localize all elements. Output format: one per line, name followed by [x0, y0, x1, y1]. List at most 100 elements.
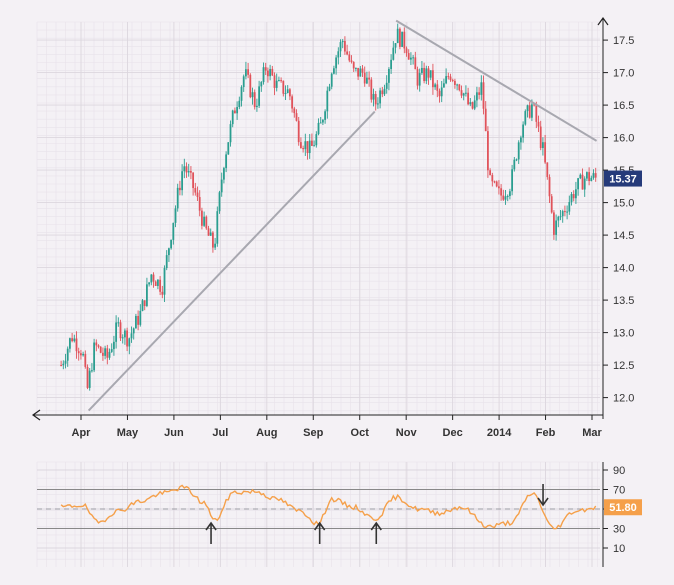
candle-down — [416, 69, 419, 86]
candle-up — [165, 255, 168, 269]
candle-up — [117, 322, 120, 324]
candle-down — [458, 84, 461, 91]
candle-up — [319, 122, 322, 124]
candle-down — [348, 54, 351, 61]
candle-up — [555, 220, 558, 235]
candle-up — [278, 80, 280, 82]
candle-up — [434, 84, 437, 88]
candle-up — [174, 208, 177, 223]
candle-down — [80, 353, 82, 356]
candle-down — [414, 57, 417, 70]
y-tick-label: 13.0 — [613, 328, 634, 340]
candle-up — [170, 239, 173, 249]
candle-down — [546, 162, 549, 178]
candle-down — [97, 345, 100, 347]
candle-up — [462, 93, 465, 96]
candle-up — [172, 222, 175, 240]
candle-down — [350, 60, 353, 62]
candle-down — [297, 120, 300, 143]
candle-up — [383, 88, 386, 95]
candle-up — [262, 67, 265, 83]
candle-up — [231, 110, 234, 125]
chart-root: 12.012.513.013.514.014.515.015.516.016.5… — [0, 0, 674, 585]
candle-down — [491, 175, 494, 182]
candle-up — [577, 178, 580, 190]
candle-up — [412, 57, 415, 59]
x-tick-label: Nov — [396, 427, 418, 439]
candle-down — [280, 80, 283, 82]
candle-up — [333, 68, 335, 74]
candle-down — [247, 69, 250, 75]
candle-up — [258, 86, 261, 106]
candle-down — [185, 166, 188, 173]
candle-up — [64, 360, 67, 364]
x-tick-label: Jun — [164, 427, 184, 439]
y-tick-label: 12.5 — [613, 360, 634, 372]
candle-up — [511, 169, 514, 192]
candle-down — [368, 77, 371, 80]
candle-up — [240, 87, 243, 101]
candle-up — [566, 211, 569, 213]
candle-down — [436, 84, 439, 91]
candle-down — [451, 79, 454, 81]
candle-down — [495, 181, 498, 187]
candle-down — [190, 171, 192, 173]
candle-up — [517, 142, 520, 160]
last-price-label: 15.37 — [609, 174, 637, 186]
candle-up — [69, 338, 71, 349]
candle-down — [550, 196, 553, 213]
candle-up — [328, 86, 331, 91]
y-tick-label: 14.0 — [613, 263, 634, 275]
candle-down — [374, 93, 377, 105]
trendline-support — [87, 110, 376, 412]
candle-up — [135, 315, 137, 329]
candle-up — [561, 211, 564, 217]
candle-down — [423, 67, 426, 82]
candle-down — [489, 170, 492, 176]
candle-down — [264, 67, 267, 71]
candle-down — [253, 92, 256, 108]
candle-up — [504, 196, 507, 200]
candle-down — [572, 194, 575, 199]
candle-down — [447, 76, 450, 78]
candle-up — [339, 42, 342, 52]
candle-down — [84, 353, 87, 367]
candle-up — [322, 119, 324, 123]
candle-down — [454, 80, 456, 85]
candle-up — [542, 142, 544, 149]
candle-up — [209, 232, 212, 236]
candle-down — [548, 177, 551, 197]
candle-down — [467, 92, 470, 105]
candle-up — [410, 57, 412, 60]
candle-down — [311, 140, 313, 146]
candle-down — [126, 330, 129, 347]
candle-up — [390, 59, 393, 70]
candle-down — [161, 291, 164, 295]
candle-down — [152, 274, 155, 282]
candle-up — [157, 279, 159, 286]
candle-down — [234, 110, 236, 114]
axes: 12.012.513.013.514.014.515.015.516.016.5… — [31, 16, 642, 567]
candle-down — [405, 48, 408, 54]
candle-up — [473, 100, 476, 109]
candle-up — [168, 248, 170, 256]
candle-up — [139, 310, 142, 325]
candle-up — [93, 342, 96, 371]
candle-up — [150, 274, 153, 283]
candle-down — [154, 281, 157, 286]
candle-up — [506, 196, 509, 198]
candle-down — [500, 188, 503, 196]
candle-down — [460, 90, 463, 96]
candle-down — [438, 90, 441, 97]
rsi-value-label: 51.80 — [609, 502, 637, 514]
candle-down — [471, 102, 474, 109]
candle-up — [275, 80, 278, 88]
candle-down — [159, 279, 162, 292]
candle-down — [427, 68, 430, 78]
candle-down — [77, 351, 80, 354]
candle-down — [293, 108, 296, 114]
candle-down — [179, 187, 181, 191]
candle-down — [273, 75, 276, 88]
candle-up — [394, 43, 397, 48]
candle-up — [110, 349, 113, 352]
